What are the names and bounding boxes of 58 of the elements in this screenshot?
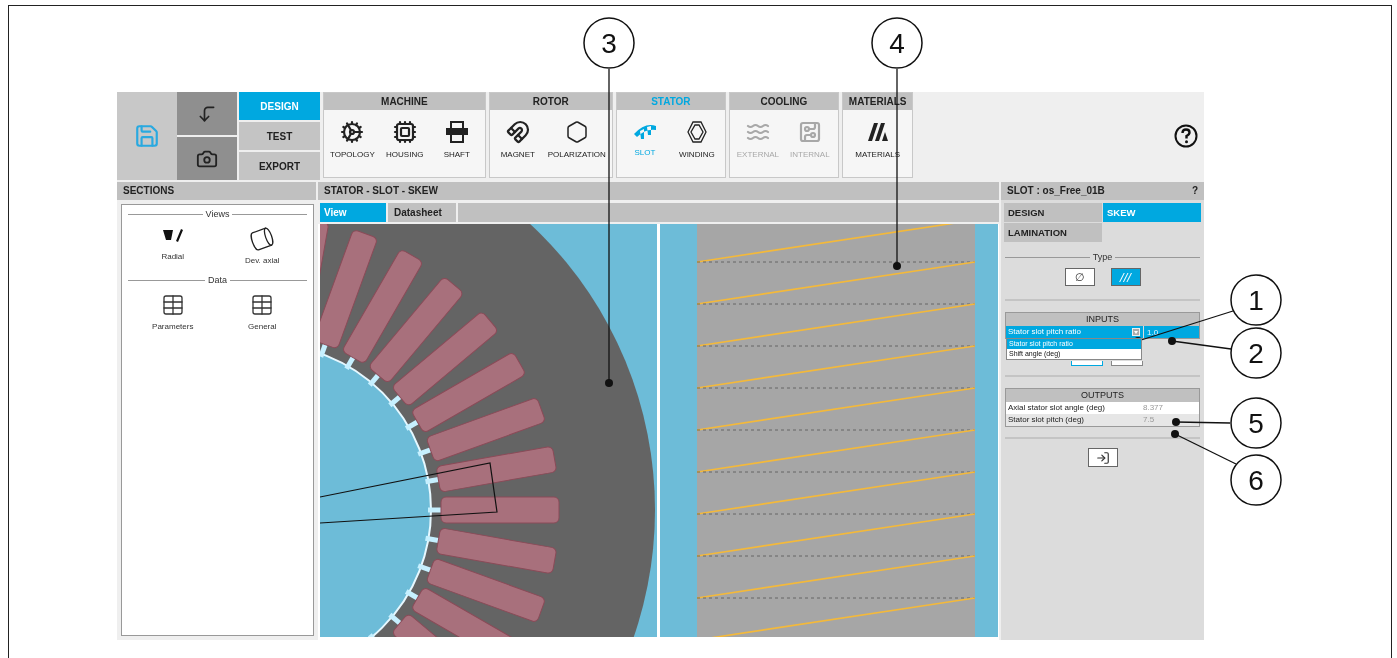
mode-tab[interactable]: EXPORT <box>239 152 320 180</box>
table-icon <box>250 293 275 317</box>
table-title: OUTPUTS <box>1006 389 1199 402</box>
table-title: INPUTS <box>1006 313 1199 326</box>
callout-marker: 3 <box>583 17 635 69</box>
section-item[interactable]: Parameters <box>128 291 218 333</box>
slot-tab[interactable]: DESIGN <box>1004 203 1102 222</box>
panel-header: STATOR - SLOT - SKEW <box>318 182 999 200</box>
table-icon <box>160 293 185 317</box>
callout-marker: 5 <box>1230 397 1282 449</box>
callout-marker: 6 <box>1230 454 1282 506</box>
group-title: MACHINE <box>324 93 485 110</box>
small-button[interactable] <box>1110 361 1143 366</box>
help-link[interactable]: ? <box>1191 182 1198 200</box>
export-icon <box>1095 450 1110 465</box>
output-label: Axial stator slot angle (deg) <box>1007 402 1106 414</box>
section-item[interactable]: Dev. axial <box>217 225 307 267</box>
group-title: ROTOR <box>489 93 612 110</box>
toolbar-item[interactable]: SHAFT <box>432 118 481 161</box>
materials-icon <box>865 120 890 144</box>
magnet-icon <box>505 120 530 144</box>
hexagon-icon <box>564 120 589 144</box>
camera-button[interactable] <box>177 137 237 180</box>
output-value: 8.377 <box>1142 402 1165 414</box>
shaft-icon <box>444 120 469 144</box>
toolbar-item[interactable]: WINDING <box>672 118 721 161</box>
mode-tab[interactable]: TEST <box>239 122 320 150</box>
toolbar-item[interactable]: TOPOLOGY <box>328 118 377 161</box>
callout-marker: 1 <box>1230 274 1282 326</box>
section-item[interactable]: General <box>217 291 307 333</box>
toolbar-item[interactable]: POLARIZATION <box>545 118 608 161</box>
leader-line <box>1172 418 1231 426</box>
panel-title: SLOT : os_Free_01B <box>1007 184 1105 198</box>
toolbar-item[interactable]: MAGNET <box>493 118 542 161</box>
save-icon <box>134 123 160 149</box>
input-label: Stator slot pitch ratio <box>1007 326 1082 338</box>
output-label: Stator slot pitch (deg) <box>1007 414 1086 426</box>
callout-marker: 4 <box>871 17 923 69</box>
dropdown-arrow-icon[interactable] <box>1132 328 1140 336</box>
leader-line <box>1171 430 1237 465</box>
toolbar-item[interactable]: HOUSING <box>380 118 429 161</box>
group-legend: Data <box>208 275 227 285</box>
group-title: COOLING <box>729 93 838 110</box>
gear-icon <box>340 120 365 144</box>
small-button[interactable] <box>1070 361 1103 366</box>
panel-header: SECTIONS <box>117 182 316 200</box>
group-title: STATOR <box>616 93 725 110</box>
chip-icon <box>392 120 417 144</box>
output-value: 7.5 <box>1142 414 1156 426</box>
callout-marker: 2 <box>1230 327 1282 379</box>
group-legend: Views <box>205 209 230 219</box>
circuit-board-icon <box>797 120 822 144</box>
type-legend: Type <box>1092 252 1113 262</box>
section-item[interactable]: Radial <box>128 225 218 267</box>
help-icon[interactable] <box>1174 124 1198 148</box>
type-option-button[interactable]: ∅ <box>1064 268 1095 286</box>
slot-tab[interactable]: LAMINATION <box>1004 223 1102 242</box>
export-button[interactable] <box>1087 448 1118 467</box>
